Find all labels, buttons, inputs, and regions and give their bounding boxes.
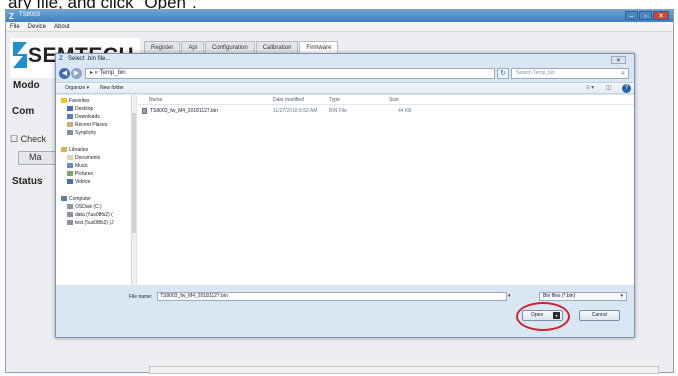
minimize-button[interactable]: –	[625, 11, 638, 20]
file-row[interactable]: TS8003_fw_M4_20181127.bin 11/27/2018 8:5…	[140, 107, 630, 116]
nav-pictures[interactable]: Pictures	[67, 171, 93, 177]
file-type-filter-value: Bin files (*.bin)	[543, 293, 576, 299]
refresh-icon[interactable]: ↻	[497, 68, 509, 79]
network-drive-icon	[67, 220, 73, 226]
file-type-filter[interactable]: Bin files (*.bin) ▾	[539, 292, 627, 301]
filename-label: File name:	[129, 294, 153, 300]
nav-libraries[interactable]: Libraries	[61, 147, 88, 153]
menu-device[interactable]: Device	[28, 22, 46, 31]
address-bar[interactable]: ▸ « Temp_bin	[85, 68, 495, 79]
check-label: Check	[20, 134, 47, 144]
nav-synplicity[interactable]: Synplicity	[67, 130, 96, 136]
new-folder-button[interactable]: New folder	[100, 85, 124, 91]
search-icon: ⌕	[621, 70, 625, 77]
column-type[interactable]: Type	[329, 97, 340, 103]
dialog-titlebar: Z Select .bin file... ✕	[56, 54, 634, 66]
file-list-pane: Name Date modified Type Size TS8003_fw_M…	[137, 95, 634, 285]
window-controls: – ▫ ✕	[625, 11, 669, 20]
check-checkbox[interactable]: ☐ Check	[10, 134, 46, 145]
filename-input[interactable]: TS8003_fw_M4_20181127.bin	[157, 292, 507, 301]
column-name[interactable]: Name	[149, 97, 162, 103]
chevron-down-icon: ▾	[620, 293, 623, 299]
network-drive-icon	[67, 212, 73, 218]
pictures-icon	[67, 171, 73, 177]
navigation-pane: Favorites Desktop Downloads Recent Place…	[56, 95, 136, 285]
search-input[interactable]: Search Temp_bin ⌕	[511, 68, 629, 79]
status-label: Status	[12, 176, 43, 187]
app-title: TS8003	[19, 12, 41, 18]
address-row: ◀ ▶ ▸ « Temp_bin ↻ Search Temp_bin ⌕	[59, 68, 631, 80]
recent-places-icon	[67, 122, 73, 128]
preview-pane-icon[interactable]: ◫	[606, 84, 612, 91]
nav-favorites[interactable]: Favorites	[61, 98, 90, 104]
column-size[interactable]: Size	[389, 97, 399, 103]
nav-osdisk[interactable]: OSDisk (C:)	[67, 204, 102, 210]
column-headers: Name Date modified Type Size	[137, 96, 634, 105]
app-titlebar: Z TS8003 – ▫ ✕	[6, 10, 673, 22]
menu-bar: File Device About	[6, 22, 673, 32]
dialog-app-icon: Z	[59, 56, 63, 62]
computer-icon	[61, 196, 67, 202]
com-label: Com	[12, 106, 35, 117]
desktop-icon	[67, 106, 73, 112]
column-date-modified[interactable]: Date modified	[273, 97, 304, 103]
cancel-button[interactable]: Cancel	[579, 310, 620, 321]
dialog-title: Select .bin file...	[68, 56, 111, 62]
nav-music[interactable]: Music	[67, 163, 88, 169]
back-arrow-icon[interactable]: ◀	[59, 68, 70, 79]
libraries-icon	[61, 147, 67, 153]
left-panel-button[interactable]: Ma	[18, 151, 58, 165]
left-panel: Modo Com ☐ Check Ma Status	[10, 78, 58, 278]
open-file-dialog: Z Select .bin file... ✕ ◀ ▶ ▸ « Temp_bin…	[55, 53, 635, 338]
help-icon[interactable]: ?	[622, 84, 631, 93]
star-icon	[61, 98, 67, 104]
drive-icon	[67, 204, 73, 210]
folder-icon	[67, 130, 73, 136]
nav-scrollbar[interactable]	[131, 95, 136, 285]
menu-about[interactable]: About	[54, 22, 70, 31]
nav-scrollbar-thumb[interactable]	[132, 113, 136, 233]
nav-desktop[interactable]: Desktop	[67, 106, 93, 112]
annotation-ring	[516, 302, 570, 331]
downloads-icon	[67, 114, 73, 120]
file-type: BIN File	[329, 108, 347, 114]
views-icon[interactable]: ≡ ▾	[586, 84, 594, 91]
music-icon	[67, 163, 73, 169]
nav-documents[interactable]: Documents	[67, 155, 100, 161]
mode-label: Modo	[13, 80, 40, 91]
horizontal-scrollbar[interactable]	[149, 366, 659, 374]
search-placeholder: Search Temp_bin	[516, 70, 555, 76]
app-logo-icon: Z	[9, 12, 14, 21]
file-date: 11/27/2018 8:52 AM	[273, 108, 318, 114]
maximize-button[interactable]: ▫	[639, 11, 652, 20]
nav-test-drive[interactable]: test (\\us08fs2) (J	[67, 220, 114, 226]
documents-icon	[67, 155, 73, 161]
nav-videos[interactable]: Videos	[67, 179, 90, 185]
chevron-down-icon[interactable]: ▾	[508, 293, 511, 299]
bin-file-icon	[142, 108, 147, 114]
close-button[interactable]: ✕	[653, 11, 669, 20]
file-name: TS8003_fw_M4_20181127.bin	[150, 108, 218, 114]
nav-data-drive[interactable]: data (\\us08fs2) (	[67, 212, 113, 218]
videos-icon	[67, 179, 73, 185]
dialog-close-button[interactable]: ✕	[611, 56, 626, 64]
forward-arrow-icon[interactable]: ▶	[71, 68, 82, 79]
menu-file[interactable]: File	[10, 22, 20, 31]
nav-recent-places[interactable]: Recent Places	[67, 122, 107, 128]
file-size: 44 KB	[398, 108, 412, 114]
nav-downloads[interactable]: Downloads	[67, 114, 100, 120]
screenshot: ary file, and click "Open". Z TS8003 – ▫…	[0, 0, 678, 376]
dialog-toolbar: Organize ▾ New folder ≡ ▾ ◫ ?	[56, 82, 634, 94]
organize-menu[interactable]: Organize ▾	[65, 85, 89, 91]
nav-computer[interactable]: Computer	[61, 196, 91, 202]
